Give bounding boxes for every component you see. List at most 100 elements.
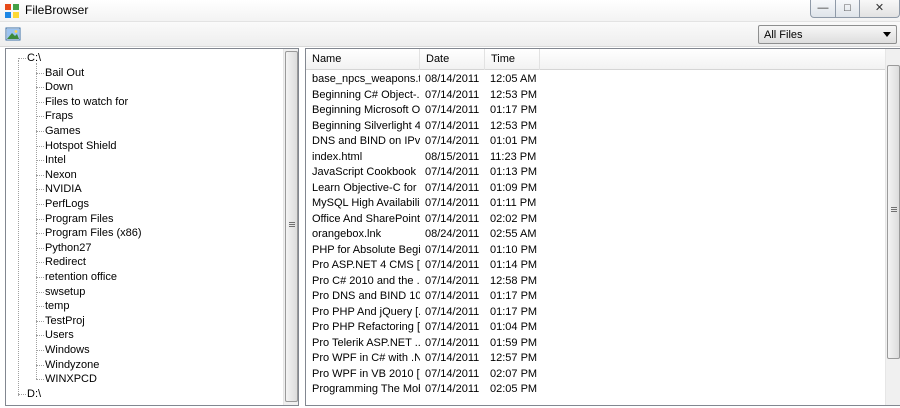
table-row[interactable]: Beginning C# Object-... 07/14/2011 12:53 P… xyxy=(306,87,885,103)
file-time-cell: 01:14 PM xyxy=(490,259,538,271)
tree-node-folder[interactable]: Windows xyxy=(45,343,90,357)
table-row[interactable]: Pro ASP.NET 4 CMS [... 07/14/2011 01:14 PM xyxy=(306,257,885,273)
tree-connector xyxy=(36,101,44,103)
tree-node-folder[interactable]: Program Files xyxy=(45,212,113,226)
column-header-name[interactable]: Name xyxy=(306,49,420,70)
tree-node-folder[interactable]: Users xyxy=(45,328,74,342)
table-row[interactable]: Pro DNS and BIND 10... 07/14/2011 01:17 PM xyxy=(306,288,885,304)
file-date-cell: 08/24/2011 xyxy=(425,228,480,240)
tree-node-folder[interactable]: Files to watch for xyxy=(45,95,128,109)
table-row[interactable]: orangebox.lnk 08/24/2011 02:55 AM xyxy=(306,226,885,242)
file-time-cell: 12:53 PM xyxy=(490,119,538,132)
tree-node-folder[interactable]: Hotspot Shield xyxy=(45,139,117,153)
file-date-cell: 08/15/2011 xyxy=(425,150,480,163)
table-row[interactable]: Pro PHP And jQuery [... 07/14/2011 01:17 P… xyxy=(306,304,885,320)
toolbar: All Files xyxy=(0,22,900,47)
table-row[interactable]: Programming The Mob... 07/14/2011 02:05 PM xyxy=(306,381,885,397)
maximize-icon: □ xyxy=(844,2,851,14)
tree-node-folder[interactable]: Python27 xyxy=(45,241,91,255)
file-name-cell: Office And SharePoint... xyxy=(312,212,420,225)
column-header-date[interactable]: Date xyxy=(420,49,485,70)
tree-node-folder[interactable]: swsetup xyxy=(45,285,85,299)
table-row[interactable]: Pro PHP Refactoring [... 07/14/2011 01:04 … xyxy=(306,319,885,335)
file-time-cell: 01:13 PM xyxy=(490,166,538,178)
tree-node-folder[interactable]: Down xyxy=(45,80,73,94)
file-name-cell: DNS and BIND on IPv... xyxy=(312,135,420,147)
table-row[interactable]: PHP for Absolute Begi... 07/14/2011 01:10 … xyxy=(306,242,885,258)
file-list-scrollbar[interactable] xyxy=(885,49,900,405)
tree-connector xyxy=(36,247,44,249)
tree-connector xyxy=(36,262,44,264)
file-date-cell: 07/14/2011 xyxy=(425,383,480,395)
close-button[interactable]: ✕ xyxy=(859,0,900,18)
tree-node-folder[interactable]: NVIDIA xyxy=(45,182,82,196)
file-name-cell: Beginning Silverlight 4 ... xyxy=(312,119,420,132)
file-filter-dropdown[interactable]: All Files xyxy=(758,25,897,44)
tree-node-folder[interactable]: Redirect xyxy=(45,255,86,269)
tree-connector xyxy=(36,160,44,162)
tree-connector xyxy=(36,189,44,191)
file-list-scroll-thumb[interactable] xyxy=(887,65,900,359)
table-row[interactable]: MySQL High Availabili... 07/14/2011 01:11 … xyxy=(306,195,885,211)
tree-node-folder[interactable]: Fraps xyxy=(45,109,73,123)
file-date-cell: 07/14/2011 xyxy=(425,212,480,225)
tree-connector xyxy=(36,87,44,89)
tree-node-folder[interactable]: PerfLogs xyxy=(45,197,89,211)
tree-node-folder[interactable]: retention office xyxy=(45,270,117,284)
tree-node-folder[interactable]: Bail Out xyxy=(45,66,84,80)
file-time-cell: 01:17 PM xyxy=(490,104,538,116)
table-row[interactable]: DNS and BIND on IPv... 07/14/2011 01:01 PM xyxy=(306,133,885,149)
file-name-cell: Pro C# 2010 and the ... xyxy=(312,274,420,287)
minimize-icon: — xyxy=(817,2,829,14)
folder-tree[interactable]: C:\ Bail Out Down Files to watch for Fraps Ga… xyxy=(5,48,299,406)
maximize-button[interactable]: □ xyxy=(835,0,860,18)
file-name-cell: Learn Objective-C for ... xyxy=(312,181,420,194)
table-row[interactable]: Office And SharePoint... 07/14/2011 02:02 … xyxy=(306,211,885,227)
table-row[interactable]: JavaScript Cookbook ... 07/14/2011 01:13 P… xyxy=(306,164,885,180)
folder-tree-scrollbar[interactable] xyxy=(283,49,298,405)
table-row[interactable]: Pro WPF in VB 2010 [... 07/14/2011 02:07 P… xyxy=(306,366,885,382)
tree-connector xyxy=(36,335,44,337)
window-title: FileBrowser xyxy=(25,3,89,17)
column-header-time[interactable]: Time xyxy=(485,49,540,70)
file-time-cell: 12:53 PM xyxy=(490,88,538,101)
file-date-cell: 07/14/2011 xyxy=(425,274,480,287)
table-row[interactable]: Pro Telerik ASP.NET ... 07/14/2011 01:59 P… xyxy=(306,335,885,351)
file-date-cell: 07/14/2011 xyxy=(425,336,480,349)
tree-node-folder[interactable]: Games xyxy=(45,124,80,138)
picture-icon[interactable] xyxy=(5,26,21,42)
file-date-cell: 07/14/2011 xyxy=(425,367,480,380)
table-row[interactable]: Pro WPF in C# with .N... 07/14/2011 12:57 … xyxy=(306,350,885,366)
table-row[interactable]: index.html 08/15/2011 11:23 PM xyxy=(306,149,885,165)
tree-node-root[interactable]: D:\ xyxy=(27,387,41,401)
grip-icon xyxy=(289,222,295,227)
file-list[interactable]: Name Date Time base_npcs_weapons.t... 08/… xyxy=(305,48,900,406)
table-row[interactable]: Beginning Microsoft Of... 07/14/2011 01:17… xyxy=(306,102,885,118)
tree-node-folder[interactable]: Program Files (x86) xyxy=(45,226,142,240)
tree-connector xyxy=(36,131,44,132)
file-name-cell: JavaScript Cookbook ... xyxy=(312,166,420,178)
tree-connector xyxy=(36,320,44,322)
tree-node-folder[interactable]: TestProj xyxy=(45,314,85,328)
table-row[interactable]: Beginning Silverlight 4 ... 07/14/2011 12:… xyxy=(306,118,885,134)
tree-connector xyxy=(36,277,44,278)
tree-node-folder[interactable]: WINXPCD xyxy=(45,372,97,386)
tree-connector xyxy=(36,233,44,235)
tree-connector xyxy=(36,364,44,366)
folder-tree-scroll-thumb[interactable] xyxy=(285,51,298,402)
table-row[interactable]: Learn Objective-C for ... 07/14/2011 01:09… xyxy=(306,180,885,196)
minimize-button[interactable]: — xyxy=(810,0,836,18)
tree-node-root[interactable]: C:\ xyxy=(27,51,41,65)
tree-connector xyxy=(36,116,44,118)
tree-node-folder[interactable]: Intel xyxy=(45,153,66,167)
file-name-cell: orangebox.lnk xyxy=(312,228,382,240)
tree-node-folder[interactable]: Windyzone xyxy=(45,358,99,372)
file-time-cell: 01:01 PM xyxy=(490,135,538,147)
file-time-cell: 01:04 PM xyxy=(490,321,538,333)
tree-node-folder[interactable]: temp xyxy=(45,299,69,313)
table-row[interactable]: Pro C# 2010 and the ... 07/14/2011 12:58 P… xyxy=(306,273,885,289)
tree-node-folder[interactable]: Nexon xyxy=(45,168,77,182)
table-row[interactable]: base_npcs_weapons.t... 08/14/2011 12:05 AM xyxy=(306,71,885,87)
file-date-cell: 07/14/2011 xyxy=(425,305,480,318)
file-date-cell: 07/14/2011 xyxy=(425,135,480,147)
